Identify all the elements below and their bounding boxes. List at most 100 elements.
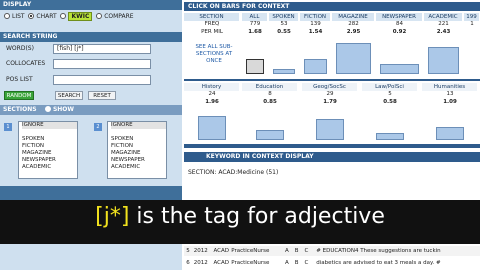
divider [184, 144, 480, 148]
subsection-header: Humanities [422, 83, 478, 91]
pos-list-select[interactable] [53, 75, 151, 85]
column-header: FICTION [300, 13, 331, 21]
column-header: 199 [464, 13, 480, 21]
permil-value: 1.68 [248, 29, 262, 35]
permil-value: 1.54 [308, 29, 323, 35]
sections-header: SECTIONS SHOW [0, 105, 182, 115]
subsection-header: Geog/SocSc [302, 83, 358, 91]
freq-value: 84 [396, 21, 403, 27]
subsection-freq-value: 13 [446, 91, 454, 97]
compare-radio[interactable] [96, 13, 103, 19]
column-header: MAGAZINE [332, 13, 375, 21]
freq-value: 779 [249, 21, 261, 27]
subsection-bar[interactable] [376, 133, 404, 140]
column-header: NEWSPAPER [376, 13, 423, 21]
list-item[interactable]: NEWSPAPER [111, 157, 166, 164]
subsection-header: History [184, 83, 240, 91]
subsection-freq-value: 29 [326, 91, 334, 97]
subsection-freq-value: 8 [268, 91, 272, 97]
divider [184, 79, 480, 81]
kwic-radio[interactable] [60, 13, 67, 19]
subsection-permil-value: 1.96 [205, 99, 219, 105]
display-header: DISPLAY [0, 0, 182, 10]
column-header: SPOKEN [269, 13, 299, 21]
subsection-bar[interactable] [436, 127, 464, 140]
list-item[interactable] [22, 129, 77, 136]
sections-list-2[interactable]: IGNORE SPOKEN FICTION MAGAZINE NEWSPAPER… [107, 121, 167, 179]
show-checkbox[interactable] [44, 106, 51, 112]
collocates-label: COLLOCATES [6, 60, 46, 67]
b-link[interactable]: B [295, 246, 303, 256]
kwic-option[interactable]: KWIC [60, 12, 93, 21]
frequency-bar[interactable] [304, 59, 327, 74]
frequency-bar[interactable] [428, 47, 459, 74]
list-item[interactable]: SPOKEN [22, 136, 77, 143]
list-item[interactable]: MAGAZINE [111, 150, 166, 157]
list-item[interactable]: NEWSPAPER [22, 157, 77, 164]
list-item[interactable]: IGNORE [22, 122, 77, 129]
subsection-header: Law/PolSci [362, 83, 418, 91]
search-button[interactable]: SEARCH [55, 91, 83, 100]
subsection-bar[interactable] [316, 119, 344, 140]
chart-option[interactable]: CHART [28, 13, 57, 20]
frequency-bar[interactable] [380, 64, 419, 74]
caption-rest: is the tag for adjective [129, 204, 385, 229]
options-header-strip [0, 186, 182, 200]
sections-list-1[interactable]: IGNORE SPOKEN FICTION MAGAZINE NEWSPAPER… [18, 121, 78, 179]
reset-button[interactable]: RESET [88, 91, 116, 100]
search-string-header: SEARCH STRING [0, 32, 182, 42]
list-item[interactable]: MAGAZINE [22, 150, 77, 157]
list-item[interactable]: FICTION [111, 143, 166, 150]
list-item[interactable]: FICTION [22, 143, 77, 150]
freq-value: 1 [470, 21, 474, 27]
click-bars-header: CLICK ON BARS FOR CONTEXT [184, 2, 480, 11]
frequency-bar[interactable] [336, 43, 371, 74]
list-radio[interactable] [4, 13, 10, 19]
video-caption: [j*] is the tag for adjective [0, 200, 480, 244]
list-item[interactable]: ACADEMIC [22, 164, 77, 171]
list-option[interactable]: LIST [4, 13, 25, 20]
permil-value: 0.55 [277, 29, 291, 35]
subsection-bar[interactable] [198, 116, 226, 140]
words-input[interactable]: [fish] [j*] [53, 44, 151, 54]
column-header: SECTION [184, 13, 240, 21]
list-item[interactable] [111, 129, 166, 136]
b-link[interactable]: B [295, 258, 303, 268]
c-link[interactable]: C [305, 246, 315, 256]
random-button[interactable]: RANDOM [4, 91, 34, 100]
frequency-bar[interactable] [246, 59, 264, 74]
list1-number: 1 [4, 123, 12, 131]
freq-value: 282 [348, 21, 359, 27]
table-row[interactable]: 6 2012 ACAD PracticeNurse A B C diabetic… [184, 258, 480, 268]
display-options: LIST CHART KWIC COMPARE [0, 10, 182, 23]
subsection-bar[interactable] [256, 130, 284, 140]
a-link[interactable]: A [285, 258, 293, 268]
permil-value: 2.43 [436, 29, 451, 35]
permil-value: 2.95 [346, 29, 361, 35]
list2-number: 2 [94, 123, 102, 131]
subsection-permil-value: 1.09 [443, 99, 457, 105]
frequency-bar[interactable] [273, 69, 295, 74]
freq-value: 221 [438, 21, 449, 27]
caption-text: [j*] is the tag for adjective [0, 204, 480, 229]
section-label: SECTION: ACAD:Medicine (51) [188, 169, 279, 176]
collocates-input[interactable] [53, 59, 151, 69]
freq-value: 139 [310, 21, 321, 27]
subsection-freq-value: 5 [388, 91, 392, 97]
caption-tag: [j*] [95, 204, 130, 229]
table-row[interactable]: 5 2012 ACAD PracticeNurse A B C # EDUCAT… [184, 246, 480, 256]
pos-list-label: POS LIST [6, 76, 33, 83]
compare-option[interactable]: COMPARE [96, 13, 134, 20]
list-item[interactable]: SPOKEN [111, 136, 166, 143]
freq-value: 53 [280, 21, 288, 27]
subsection-permil-value: 0.85 [263, 99, 277, 105]
permil-label: PER MIL [201, 29, 223, 35]
see-all-link[interactable]: SEE ALL SUB-SECTIONS AT ONCE [194, 44, 234, 65]
a-link[interactable]: A [285, 246, 293, 256]
c-link[interactable]: C [305, 258, 315, 268]
freq-label: FREQ [204, 21, 220, 27]
permil-value: 0.92 [392, 29, 407, 35]
list-item[interactable]: IGNORE [111, 122, 166, 129]
list-item[interactable]: ACADEMIC [111, 164, 166, 171]
chart-radio[interactable] [28, 13, 35, 19]
